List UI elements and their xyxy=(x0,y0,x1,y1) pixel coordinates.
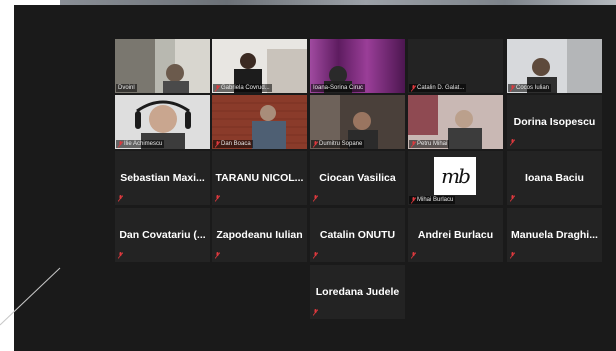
microphone-muted-icon xyxy=(411,196,416,204)
microphone-muted-icon xyxy=(411,84,416,92)
participant-tile[interactable]: Dan Covatariu (... xyxy=(115,208,210,262)
logo-monogram: mb xyxy=(441,164,471,188)
participant-tile[interactable]: Sebastian Maxi... xyxy=(115,151,210,205)
microphone-muted-icon xyxy=(215,140,220,148)
microphone-muted-icon xyxy=(313,195,318,202)
participant-name-caption: Gabriela Covrud... xyxy=(213,84,272,92)
participant-name: Andrei Burlacu xyxy=(417,229,494,241)
participant-name-caption: Catalin D. Galat... xyxy=(409,84,467,92)
participant-tile[interactable]: Dvoinl xyxy=(115,39,210,93)
microphone-muted-icon xyxy=(510,252,515,259)
microphone-muted-icon xyxy=(118,195,123,202)
participant-tile[interactable]: Dan Boaca xyxy=(212,95,307,149)
microphone-muted-icon xyxy=(510,84,515,92)
microphone-muted-icon xyxy=(411,140,416,148)
meeting-gallery: Dvoinl Gabriela Covrud... Ioana-Sorina C… xyxy=(14,5,616,351)
participant-tile[interactable]: Cocos Iulian xyxy=(507,39,602,93)
microphone-muted-icon xyxy=(411,252,416,259)
participant-name: Dan Covatariu (... xyxy=(119,229,206,241)
participant-tile[interactable]: Dorina Isopescu xyxy=(507,95,602,149)
participant-tile[interactable]: Gabriela Covrud... xyxy=(212,39,307,93)
participant-name-caption: Cocos Iulian xyxy=(508,84,552,92)
microphone-muted-icon xyxy=(215,84,220,92)
microphone-muted-icon xyxy=(313,252,318,259)
participant-tile[interactable]: mb Mihai Burlacu xyxy=(408,151,503,205)
microphone-muted-icon xyxy=(313,309,318,316)
participant-tile[interactable]: Catalin ONUTU xyxy=(310,208,405,262)
participant-tile[interactable]: Petru Mihai xyxy=(408,95,503,149)
participant-name: Dorina Isopescu xyxy=(513,116,596,128)
participant-tile[interactable]: Ioana Baciu xyxy=(507,151,602,205)
participant-tile[interactable]: Loredana Judele xyxy=(310,265,405,319)
participant-name-caption: Ioana-Sorina Ciruc xyxy=(311,84,366,92)
participant-name: Zapodeanu Iulian xyxy=(216,229,303,241)
participant-name-caption: Ilie Achimescu xyxy=(116,140,165,148)
participant-name: Ciocan Vasilica xyxy=(319,172,396,184)
microphone-muted-icon xyxy=(510,139,515,146)
participant-tile-active-speaker[interactable]: Ioana-Sorina Ciruc xyxy=(310,39,405,93)
participant-name-caption: Mihai Burlacu xyxy=(409,196,456,204)
participant-name: Loredana Judele xyxy=(315,286,400,298)
participant-tile[interactable]: Manuela Draghi... xyxy=(507,208,602,262)
participant-name: TARANU NICOL... xyxy=(215,172,304,184)
microphone-muted-icon xyxy=(215,195,220,202)
participant-name: Sebastian Maxi... xyxy=(120,172,205,184)
participant-name: Catalin ONUTU xyxy=(319,229,396,241)
participant-tile[interactable]: TARANU NICOL... xyxy=(212,151,307,205)
profile-logo: mb xyxy=(434,157,476,195)
participant-tile[interactable]: Dumitru Sopane xyxy=(310,95,405,149)
participant-name-caption: Dumitru Sopane xyxy=(311,140,365,148)
participant-tile[interactable]: Catalin D. Galat... xyxy=(408,39,503,93)
participant-tile[interactable]: Andrei Burlacu xyxy=(408,208,503,262)
participant-name-caption: Petru Mihai xyxy=(409,140,450,148)
microphone-muted-icon xyxy=(118,252,123,259)
microphone-muted-icon xyxy=(510,195,515,202)
microphone-muted-icon xyxy=(215,252,220,259)
participant-name: Manuela Draghi... xyxy=(511,229,598,241)
participant-name: Ioana Baciu xyxy=(525,172,584,184)
participant-name-caption: Dvoinl xyxy=(116,84,137,92)
participant-tile[interactable]: Ilie Achimescu xyxy=(115,95,210,149)
microphone-muted-icon xyxy=(313,140,318,148)
participant-tile[interactable]: Zapodeanu Iulian xyxy=(212,208,307,262)
participant-name-caption: Dan Boaca xyxy=(213,140,253,148)
participant-tile[interactable]: Ciocan Vasilica xyxy=(310,151,405,205)
microphone-muted-icon xyxy=(118,140,123,148)
